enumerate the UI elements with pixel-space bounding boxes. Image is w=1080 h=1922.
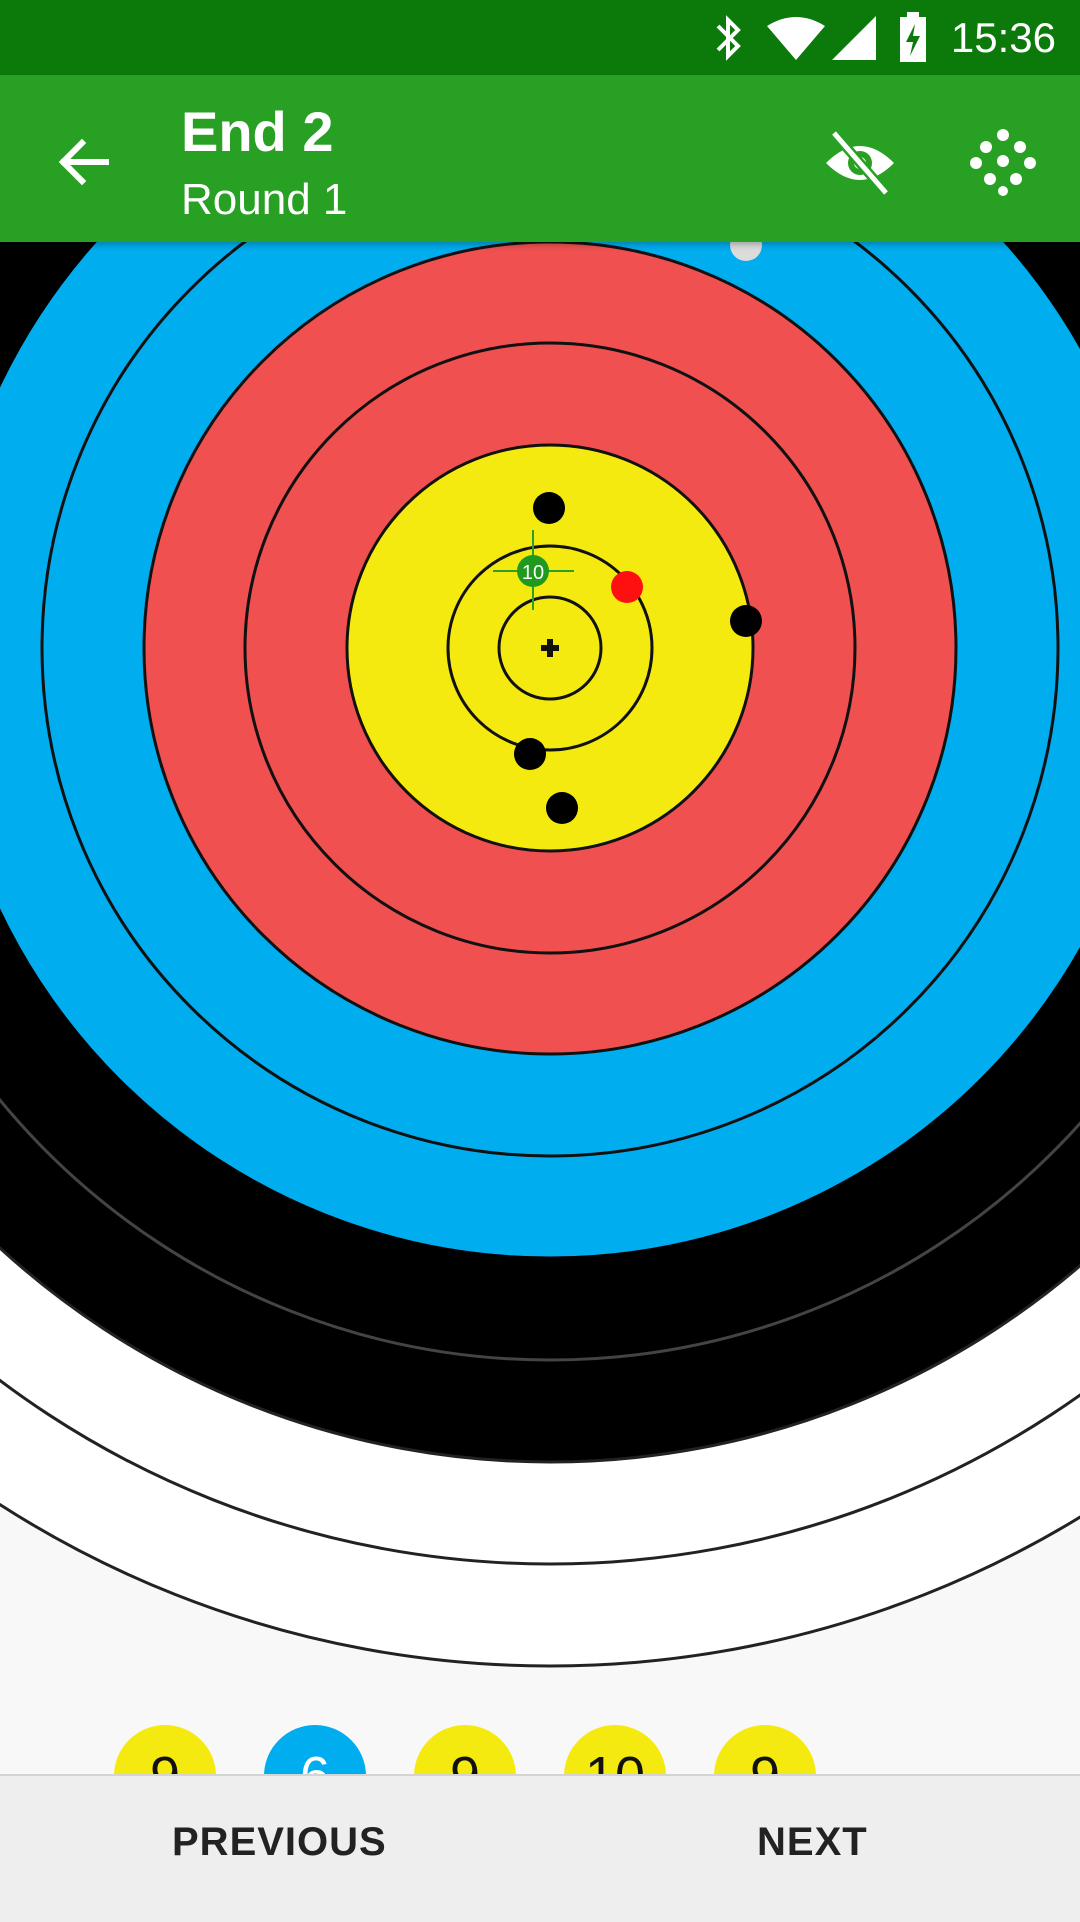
arrow-hit[interactable] [533,492,565,524]
archery-target[interactable]: 10 [0,242,1080,1774]
arrow-hit[interactable] [730,605,762,637]
score-bubble[interactable]: 10 [564,1725,666,1774]
arrow-pattern-button[interactable] [968,127,1038,197]
toggle-visibility-button[interactable] [822,125,898,201]
page-subtitle: Round 1 [181,175,348,224]
cell-signal-icon [832,16,876,60]
arrow-hit[interactable] [514,738,546,770]
arrow-hit[interactable] [546,792,578,824]
cursor-score: 10 [522,562,544,584]
score-bubble[interactable]: 9 [114,1725,216,1774]
page-title: End 2 [181,100,334,163]
next-button[interactable]: NEXT [757,1820,868,1865]
visibility-off-icon [826,129,894,197]
bottom-navigation: PREVIOUS NEXT [0,1774,1080,1922]
score-bubble[interactable]: 9 [414,1725,516,1774]
score-bubble[interactable]: 9 [714,1725,816,1774]
battery-charging-icon [900,12,926,62]
status-bar: 15:36 [0,0,1080,75]
selected-arrow-hit[interactable] [611,571,643,603]
target-face-area[interactable]: 10 9 6 9 10 9 [0,242,1080,1774]
back-button[interactable] [50,127,120,197]
previous-button[interactable]: PREVIOUS [172,1820,387,1865]
score-bubble[interactable]: 6 [264,1725,366,1774]
app-toolbar: End 2 Round 1 [0,75,1080,242]
clock: 15:36 [950,14,1056,61]
wifi-icon [767,17,825,60]
dots-pattern-icon [970,129,1036,196]
end-scores: 9 6 9 10 9 [0,1725,1080,1774]
arrow-back-icon [58,138,109,186]
bluetooth-icon [716,15,741,61]
